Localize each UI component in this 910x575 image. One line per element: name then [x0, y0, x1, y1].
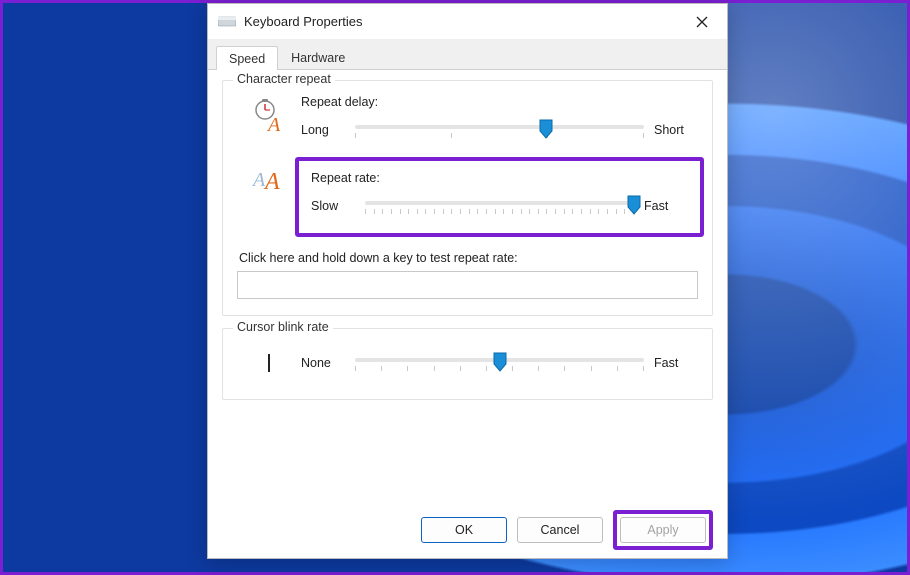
repeat-rate-row: A A Repeat rate: Slow — [237, 157, 698, 237]
group-title-cursor-blink: Cursor blink rate — [233, 320, 333, 334]
caret-icon — [268, 354, 270, 372]
repeat-delay-left: Long — [301, 123, 345, 137]
close-icon — [696, 16, 708, 28]
dialog-content: Character repeat A Repeat delay: Long — [208, 70, 727, 502]
repeat-rate-thumb[interactable] — [627, 195, 641, 215]
repeat-delay-thumb[interactable] — [539, 119, 553, 139]
repeat-delay-slider[interactable] — [355, 117, 644, 143]
cursor-blink-right: Fast — [654, 356, 698, 370]
svg-text:A: A — [251, 169, 266, 191]
svg-text:A: A — [263, 169, 280, 195]
tab-bar: Speed Hardware — [208, 40, 727, 70]
button-bar: OK Cancel Apply — [208, 502, 727, 558]
repeat-rate-left: Slow — [311, 199, 355, 213]
apply-button-highlight: Apply — [613, 510, 713, 550]
test-repeat-label: Click here and hold down a key to test r… — [239, 251, 698, 265]
cancel-button[interactable]: Cancel — [517, 517, 603, 543]
repeat-rate-label: Repeat rate: — [311, 171, 688, 185]
window-title: Keyboard Properties — [244, 14, 363, 29]
repeat-rate-highlight: Repeat rate: Slow — [295, 157, 704, 237]
repeat-delay-right: Short — [654, 123, 698, 137]
cursor-blink-slider[interactable] — [355, 350, 644, 376]
titlebar: Keyboard Properties — [208, 4, 727, 40]
keyboard-icon — [218, 15, 236, 29]
repeat-rate-right: Fast — [644, 199, 688, 213]
group-character-repeat: Character repeat A Repeat delay: Long — [222, 80, 713, 316]
repeat-delay-icon: A — [237, 95, 301, 133]
apply-button[interactable]: Apply — [620, 517, 706, 543]
keyboard-properties-dialog: Keyboard Properties Speed Hardware Chara… — [207, 3, 728, 559]
ok-button[interactable]: OK — [421, 517, 507, 543]
group-cursor-blink: Cursor blink rate None — [222, 328, 713, 400]
test-repeat-input[interactable] — [237, 271, 698, 299]
repeat-rate-icon: A A — [237, 157, 301, 195]
close-button[interactable] — [685, 8, 719, 36]
cursor-blink-left: None — [301, 356, 345, 370]
svg-text:A: A — [266, 114, 281, 133]
group-title-char-repeat: Character repeat — [233, 72, 335, 86]
repeat-rate-slider[interactable] — [365, 193, 634, 219]
cursor-blink-preview — [237, 343, 301, 383]
tab-speed[interactable]: Speed — [216, 46, 278, 70]
test-area: Click here and hold down a key to test r… — [237, 251, 698, 299]
tab-hardware[interactable]: Hardware — [278, 45, 358, 69]
repeat-delay-row: A Repeat delay: Long Sh — [237, 95, 698, 143]
cursor-blink-thumb[interactable] — [493, 352, 507, 372]
repeat-delay-label: Repeat delay: — [301, 95, 698, 109]
